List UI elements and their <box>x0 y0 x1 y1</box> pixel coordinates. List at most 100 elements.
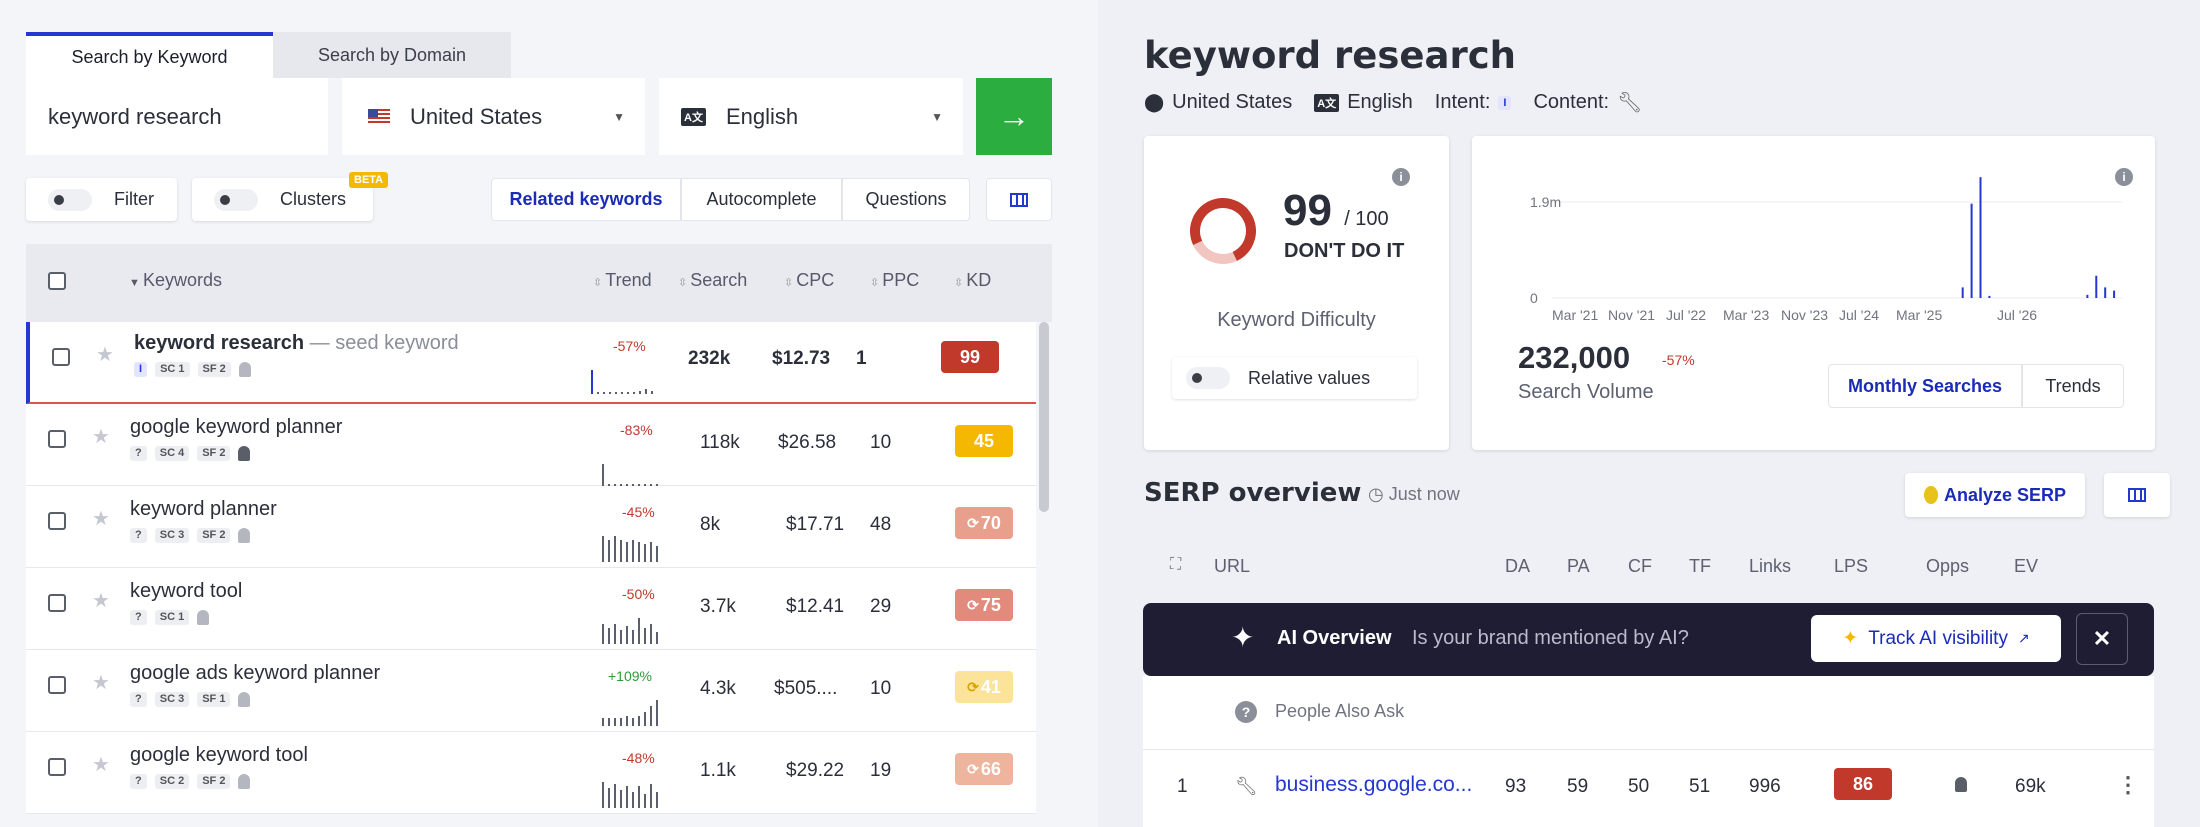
refresh-icon: ⟳ <box>967 596 979 613</box>
star-icon[interactable]: ★ <box>92 506 110 531</box>
sparkle-icon: ✦ <box>1842 628 1859 649</box>
keyword-text[interactable]: google keyword planner <box>130 416 342 439</box>
select-all-checkbox[interactable] <box>48 272 66 290</box>
ev-column-header[interactable]: EV <box>2014 556 2038 577</box>
x-tick-label: Nov '21 <box>1608 307 1655 323</box>
keyword-text[interactable]: google keyword tool <box>130 744 308 767</box>
keyword-text[interactable]: google ads keyword planner <box>130 662 380 685</box>
table-row[interactable]: ★ keyword planner ? SC 3 SF 2 -45% 8k $1… <box>26 486 1036 568</box>
serp-columns-button[interactable] <box>2104 473 2170 517</box>
serp-cf: 50 <box>1628 776 1650 797</box>
question-icon: ? <box>1235 701 1257 723</box>
kd-badge: ⟳ 70 <box>955 507 1013 539</box>
cpc-column-header[interactable]: ⇳ CPC <box>784 270 834 291</box>
people-also-ask-row[interactable]: ? People Also Ask <box>1143 676 2154 750</box>
intent-badge: ? <box>130 692 147 707</box>
language-select[interactable]: A文 English ▼ <box>659 78 963 155</box>
star-icon[interactable]: ★ <box>92 670 110 695</box>
star-icon[interactable]: ★ <box>92 752 110 777</box>
more-menu-icon[interactable]: ⋮ <box>2117 772 2139 798</box>
row-checkbox[interactable] <box>48 758 66 776</box>
columns-button[interactable] <box>986 178 1052 221</box>
chevron-down-icon: ▼ <box>931 109 943 124</box>
trend-percent: -48% <box>622 750 655 766</box>
volume-bar <box>2095 275 2098 298</box>
track-ai-visibility-button[interactable]: ✦ Track AI visibility ↗ <box>1811 615 2061 662</box>
filter-switch[interactable] <box>48 188 92 211</box>
tab-autocomplete[interactable]: Autocomplete <box>681 178 842 221</box>
expand-icon[interactable]: ⛶ <box>1170 556 1181 574</box>
external-link-icon: ↗ <box>2017 630 2030 646</box>
star-icon[interactable]: ★ <box>96 342 114 367</box>
wrench-icon: 🔧︎ <box>1235 776 1258 796</box>
filter-toggle[interactable]: Filter <box>26 178 177 221</box>
ppc-column-header[interactable]: ⇳ PPC <box>870 270 919 291</box>
row-checkbox[interactable] <box>52 348 70 366</box>
table-row[interactable]: ★ google keyword planner ? SC 4 SF 2 -83… <box>26 404 1036 486</box>
tab-search-by-keyword[interactable]: Search by Keyword <box>26 32 273 78</box>
row-checkbox[interactable] <box>48 594 66 612</box>
search-column-header[interactable]: ⇳ Search <box>678 270 747 291</box>
search-volume: 3.7k <box>700 596 736 617</box>
tab-search-by-domain[interactable]: Search by Domain <box>273 32 511 78</box>
pa-column-header[interactable]: PA <box>1567 556 1590 577</box>
lps-column-header[interactable]: LPS <box>1834 556 1868 577</box>
clusters-switch[interactable] <box>214 188 258 211</box>
ppc-value: 29 <box>870 596 892 617</box>
wrench-icon: 🔧︎ <box>1617 92 1643 114</box>
kd-column-header[interactable]: ⇳ KD <box>954 270 991 291</box>
row-checkbox[interactable] <box>48 512 66 530</box>
trend-sparkline <box>602 532 658 562</box>
keyword-difficulty-card: i 99 / 100 DON'T DO IT Keyword Difficult… <box>1144 136 1449 450</box>
cf-column-header[interactable]: CF <box>1628 556 1652 577</box>
keyword-text[interactable]: keyword tool <box>130 580 242 603</box>
country-select[interactable]: United States ▼ <box>342 78 645 155</box>
tf-column-header[interactable]: TF <box>1689 556 1711 577</box>
keyword-text[interactable]: keyword research — seed keyword <box>134 332 459 355</box>
table-row[interactable]: ★ keyword tool ? SC 1 -50% 3.7k $12.41 2… <box>26 568 1036 650</box>
ghost-icon <box>1955 777 1967 792</box>
y-tick-label: 1.9m <box>1530 194 1561 210</box>
clusters-toggle[interactable]: Clusters <box>192 178 373 221</box>
sf-badge: SF 2 <box>197 446 231 461</box>
serp-url-link[interactable]: business.google.co... <box>1275 773 1472 797</box>
volume-bar <box>1988 295 1991 298</box>
table-scrollbar[interactable] <box>1039 322 1049 512</box>
table-row[interactable]: ★ keyword research — seed keyword I SC 1… <box>26 322 1036 404</box>
relative-values-switch[interactable] <box>1186 367 1230 389</box>
da-column-header[interactable]: DA <box>1505 556 1530 577</box>
star-icon[interactable]: ★ <box>92 424 110 449</box>
ppc-value: 48 <box>870 514 892 535</box>
refresh-icon: ⟳ <box>967 514 979 531</box>
volume-caption: Search Volume <box>1518 381 1654 403</box>
analyze-serp-button[interactable]: Analyze SERP <box>1905 473 2085 517</box>
info-icon[interactable]: i <box>1392 168 1410 186</box>
star-icon[interactable]: ★ <box>92 588 110 613</box>
detail-country: United States <box>1172 91 1293 113</box>
trends-tab[interactable]: Trends <box>2022 364 2124 408</box>
relative-values-label: Relative values <box>1248 367 1371 388</box>
search-submit-button[interactable]: → <box>976 78 1052 155</box>
close-icon[interactable]: ✕ <box>2076 613 2128 665</box>
monthly-searches-tab[interactable]: Monthly Searches <box>1828 364 2022 408</box>
row-checkbox[interactable] <box>48 676 66 694</box>
row-checkbox[interactable] <box>48 430 66 448</box>
table-row[interactable]: ★ google ads keyword planner ? SC 3 SF 1… <box>26 650 1036 732</box>
keyword-input[interactable]: keyword research <box>26 78 328 155</box>
trend-sparkline <box>602 614 658 644</box>
opps-column-header[interactable]: Opps <box>1926 556 1969 577</box>
sc-badge: SC 3 <box>154 528 190 543</box>
tab-related-keywords[interactable]: Related keywords <box>491 178 681 221</box>
trend-column-header[interactable]: ⇳ Trend <box>593 270 652 291</box>
sf-badge: SF 2 <box>197 774 231 789</box>
keywords-column-header[interactable]: ▼ Keywords <box>129 270 222 291</box>
ppc-value: 10 <box>870 432 892 453</box>
tab-questions[interactable]: Questions <box>842 178 970 221</box>
keyword-text[interactable]: keyword planner <box>130 498 277 521</box>
links-column-header[interactable]: Links <box>1749 556 1791 577</box>
serp-result-row[interactable]: 1 🔧︎ business.google.co... 93 59 50 51 9… <box>1143 750 2154 827</box>
relative-values-toggle[interactable]: Relative values <box>1172 357 1417 399</box>
table-row[interactable]: ★ google keyword tool ? SC 2 SF 2 -48% 1… <box>26 732 1036 814</box>
kd-badge: ⟳ 66 <box>955 753 1013 785</box>
url-column-header[interactable]: URL <box>1214 556 1250 577</box>
